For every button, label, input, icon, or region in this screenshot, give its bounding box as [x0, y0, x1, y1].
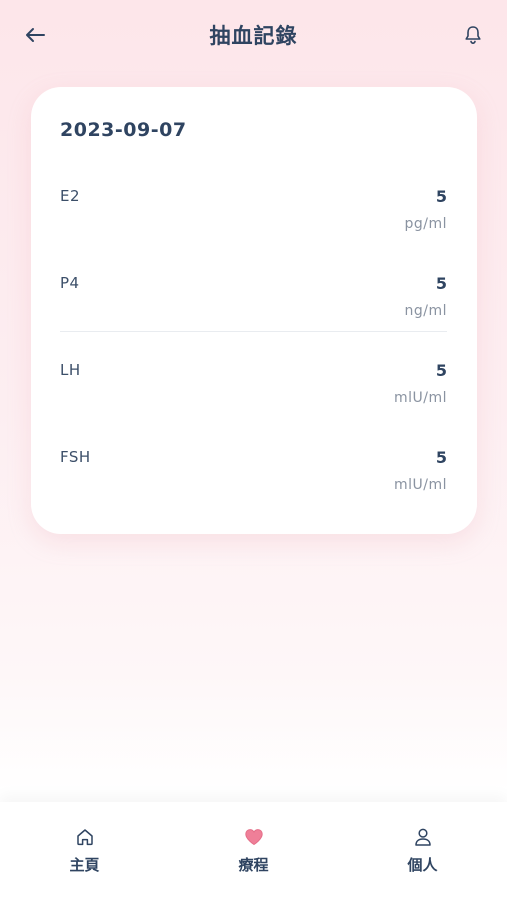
record-label: LH — [60, 361, 81, 379]
nav-item-profile[interactable]: 個人 — [338, 802, 507, 900]
nav-item-treatment[interactable]: 療程 — [169, 802, 338, 900]
record-value: 5 — [435, 448, 447, 467]
record-row-e2: E2 5 pg/ml — [60, 187, 447, 257]
record-row-p4: P4 5 ng/ml — [60, 274, 447, 344]
home-icon — [74, 826, 96, 848]
record-row-lh: LH 5 mlU/ml — [60, 361, 447, 431]
nav-item-home[interactable]: 主頁 — [0, 802, 169, 900]
bell-icon — [465, 26, 481, 45]
record-value: 5 — [435, 361, 447, 380]
heart-icon — [243, 826, 265, 848]
record-label: E2 — [60, 187, 81, 205]
page-title: 抽血記錄 — [209, 24, 298, 48]
row-divider — [60, 331, 447, 332]
blood-test-record-card: 2023-09-07 E2 5 pg/ml P4 5 ng/ml LH 5 ml… — [31, 87, 477, 534]
record-unit: ng/ml — [404, 303, 447, 319]
user-icon — [412, 826, 434, 848]
notification-button[interactable] — [458, 20, 488, 50]
record-label: P4 — [60, 274, 80, 292]
nav-label: 主頁 — [69, 856, 100, 874]
record-unit: mlU/ml — [393, 390, 447, 406]
record-row-fsh: FSH 5 mlU/ml — [60, 448, 447, 518]
record-date: 2023-09-07 — [60, 119, 187, 141]
record-value: 5 — [435, 187, 447, 206]
app-header: 抽血記錄 — [0, 0, 507, 70]
record-unit: pg/ml — [404, 216, 447, 232]
nav-label: 個人 — [407, 856, 438, 874]
record-value: 5 — [435, 274, 447, 293]
record-unit: mlU/ml — [393, 477, 447, 493]
nav-label: 療程 — [238, 856, 269, 874]
bottom-navigation: 主頁 療程 個人 — [0, 802, 507, 900]
record-label: FSH — [60, 448, 91, 466]
